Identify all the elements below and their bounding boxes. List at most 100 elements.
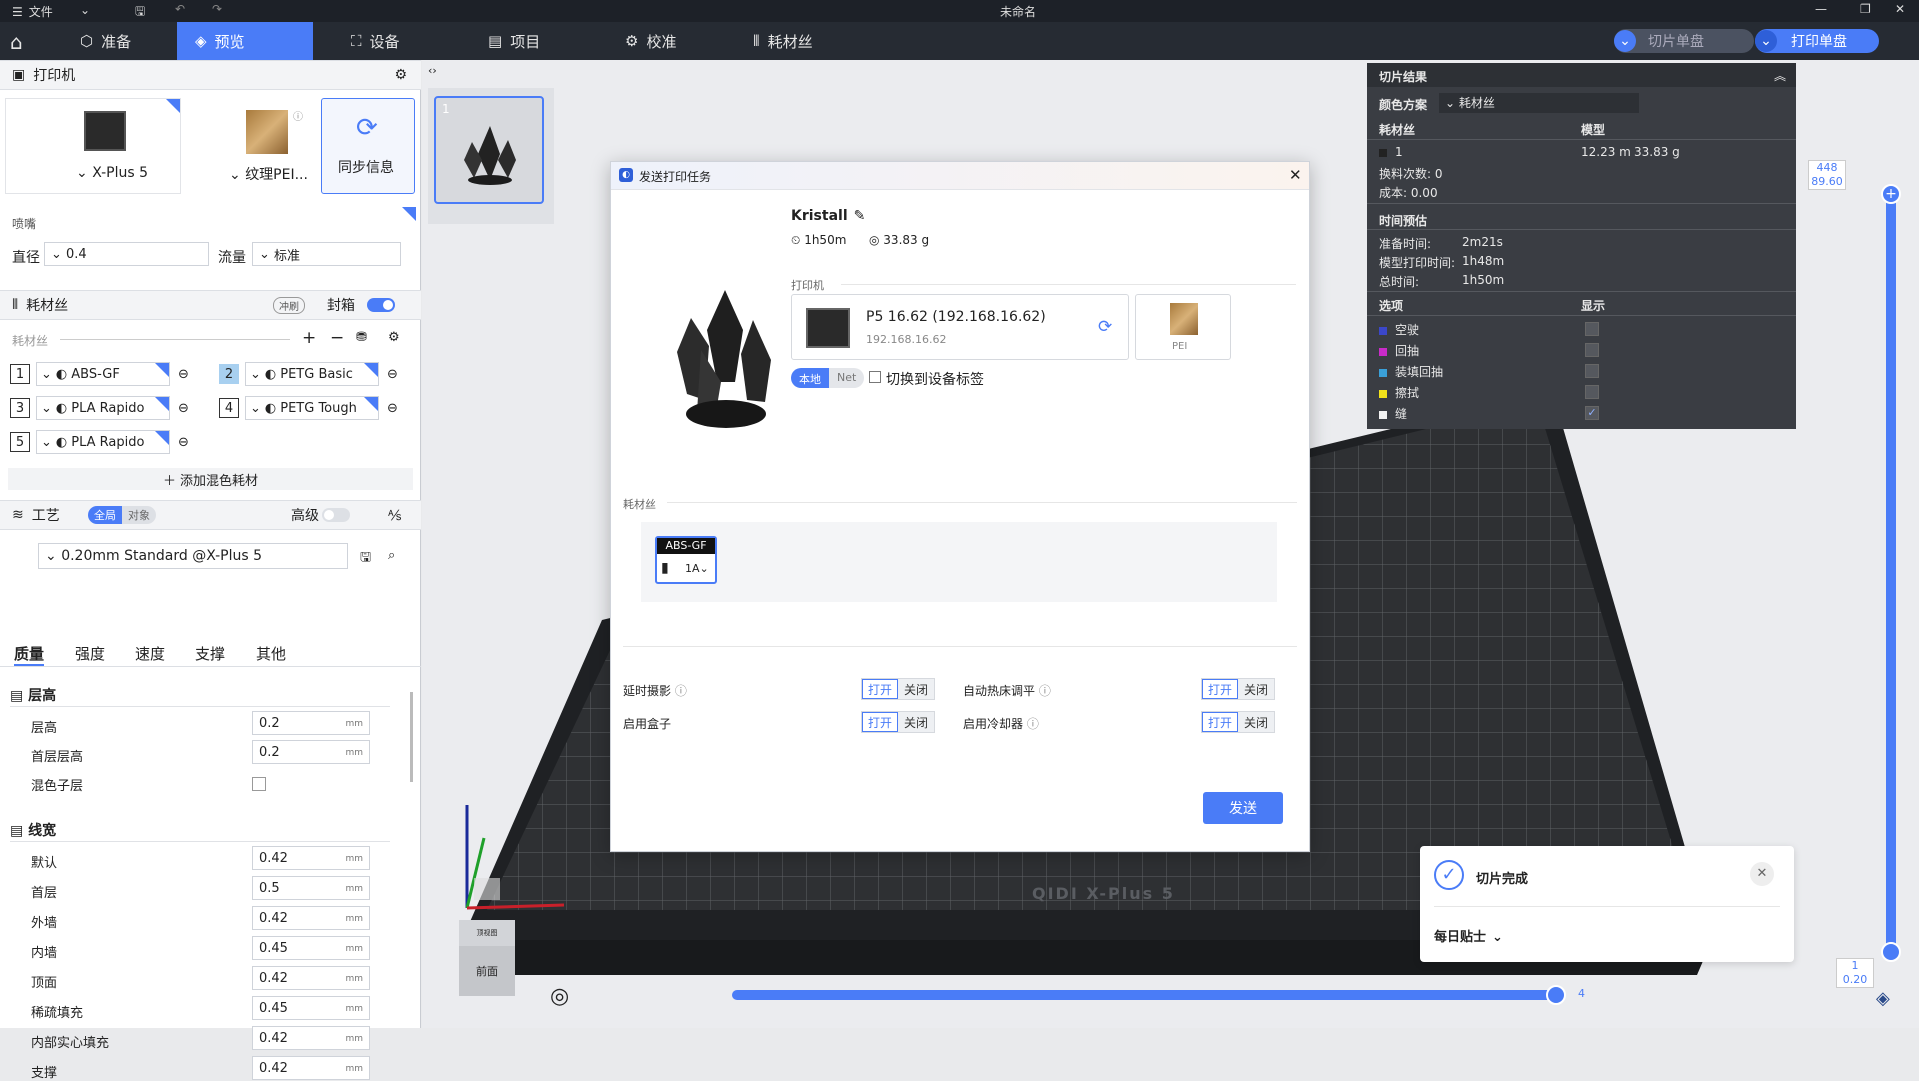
color-scheme-select[interactable]: ⌄ 耗材丝: [1439, 93, 1639, 113]
settings-icon[interactable]: ⚙: [394, 67, 407, 83]
net-option[interactable]: Net: [829, 368, 865, 388]
filament-item-2[interactable]: 2 ⌄ ◐ PETG Basic ⊖: [219, 362, 398, 386]
top-slider-handle[interactable]: +: [1881, 184, 1901, 204]
restore-icon[interactable]: ❐: [1860, 2, 1871, 16]
scrollbar[interactable]: [410, 692, 413, 782]
tab-speed[interactable]: 速度: [135, 643, 165, 664]
tab-project[interactable]: ▤ 项目: [470, 22, 590, 60]
help-icon[interactable]: ⓘ: [1027, 717, 1039, 731]
enable-box-toggle[interactable]: 打开 关闭: [861, 711, 935, 733]
view-cube-top[interactable]: 顶视图: [459, 920, 515, 946]
view-cube-front[interactable]: 前面: [459, 946, 515, 996]
local-option[interactable]: 本地: [791, 368, 829, 388]
redo-icon[interactable]: ↷: [212, 2, 222, 16]
minimize-icon[interactable]: —: [1815, 2, 1827, 16]
tab-prepare[interactable]: ⬡ 准备: [62, 22, 177, 60]
info-icon[interactable]: ⓘ: [293, 108, 303, 123]
settings-icon[interactable]: ⚙: [388, 330, 400, 345]
flow-select[interactable]: ⌄ 标准: [252, 242, 401, 266]
tab-quality[interactable]: 质量: [14, 643, 45, 666]
print-plate-button[interactable]: ⌄ 打印单盘: [1755, 29, 1879, 53]
nozzle-diameter-select[interactable]: ⌄ 0.4: [44, 242, 209, 266]
minus-circle-icon[interactable]: ⊖: [178, 435, 189, 450]
edit-icon[interactable]: ✎: [854, 208, 866, 224]
show-deretract-checkbox[interactable]: [1585, 364, 1599, 378]
timelapse-toggle[interactable]: 打开 关闭: [861, 678, 935, 700]
save-icon[interactable]: 🖫: [135, 2, 145, 23]
layer-move-slider[interactable]: [732, 990, 1555, 1000]
help-icon[interactable]: ⓘ: [1039, 684, 1051, 698]
show-travel-checkbox[interactable]: [1585, 322, 1599, 336]
close-dialog-icon[interactable]: ✕: [1289, 166, 1302, 184]
flush-button[interactable]: 冲刷: [273, 296, 305, 314]
auto-bed-leveling-toggle[interactable]: 打开 关闭: [1201, 678, 1275, 700]
chevron-down-icon[interactable]: ⌄: [1614, 30, 1636, 52]
line-width-sparse-infill-input[interactable]: 0.45 mm: [252, 996, 370, 1020]
close-window-icon[interactable]: ✕: [1895, 2, 1905, 16]
first-layer-height-input[interactable]: 0.2 mm: [252, 740, 370, 764]
seal-toggle[interactable]: [367, 298, 395, 312]
show-wipe-checkbox[interactable]: [1585, 385, 1599, 399]
line-width-support-input[interactable]: 0.42 mm: [252, 1056, 370, 1080]
filament-slot-mapping[interactable]: ABS-GF ▮ 1A⌄: [655, 536, 717, 584]
help-icon[interactable]: ⓘ: [675, 684, 687, 698]
add-icon[interactable]: +: [302, 328, 316, 348]
collapse-icon[interactable]: ︽: [1774, 67, 1786, 84]
search-icon[interactable]: ⌕: [388, 548, 395, 563]
tab-calibration[interactable]: ⚙ 校准: [607, 22, 727, 60]
sync-info-button[interactable]: ⟳ 同步信息: [321, 98, 415, 194]
bottom-slider-handle[interactable]: [1881, 942, 1901, 962]
process-preset-select[interactable]: ⌄ 0.20mm Standard @X-Plus 5: [38, 543, 348, 569]
filament-sync-icon[interactable]: ⛃: [356, 330, 367, 345]
line-width-inner-wall-input[interactable]: 0.45 mm: [252, 936, 370, 960]
line-width-top-surface-input[interactable]: 0.42 mm: [252, 966, 370, 990]
show-seam-checkbox[interactable]: ✓: [1585, 406, 1599, 420]
line-width-default-input[interactable]: 0.42 mm: [252, 846, 370, 870]
tab-preview[interactable]: ◈ 预览: [177, 22, 313, 60]
printer-card[interactable]: ⌄ X-Plus 5: [5, 98, 181, 194]
mix-sublayer-checkbox[interactable]: [252, 777, 266, 791]
line-width-internal-solid-input[interactable]: 0.42 mm: [252, 1026, 370, 1050]
chevron-down-icon[interactable]: ⌄: [80, 3, 90, 17]
tab-strength[interactable]: 强度: [75, 643, 105, 664]
minus-circle-icon[interactable]: ⊖: [387, 401, 398, 416]
printer-select[interactable]: P5 16.62 (192.168.16.62) 192.168.16.62 ⟳: [791, 294, 1129, 360]
line-width-outer-wall-input[interactable]: 0.42 mm: [252, 906, 370, 930]
filament-item-3[interactable]: 3 ⌄ ◐ PLA Rapido ⊖: [10, 396, 189, 420]
minus-circle-icon[interactable]: ⊖: [178, 367, 189, 382]
minus-circle-icon[interactable]: ⊖: [387, 367, 398, 382]
line-width-first-layer-input[interactable]: 0.5 mm: [252, 876, 370, 900]
filament-item-1[interactable]: 1 ⌄ ◐ ABS-GF ⊖: [10, 362, 189, 386]
plate-card[interactable]: ⓘ ⌄ 纹理PEI...: [221, 98, 313, 194]
refresh-icon[interactable]: ⟳: [1098, 317, 1112, 337]
home-icon[interactable]: ⌂: [10, 30, 23, 54]
connection-toggle[interactable]: 本地 Net: [791, 368, 865, 388]
layer-range-slider[interactable]: [1886, 190, 1896, 952]
switch-device-tag-checkbox[interactable]: [869, 371, 881, 383]
slice-plate-button[interactable]: ⌄ 切片单盘: [1614, 29, 1754, 53]
send-button[interactable]: 发送: [1203, 792, 1283, 824]
save-preset-icon[interactable]: 🖫: [360, 548, 371, 570]
tab-support[interactable]: 支撑: [195, 643, 225, 664]
close-toast-icon[interactable]: ✕: [1750, 862, 1774, 886]
remove-icon[interactable]: −: [330, 328, 344, 348]
minus-circle-icon[interactable]: ⊖: [178, 401, 189, 416]
tab-device[interactable]: ⛶ 设备: [333, 22, 453, 60]
filament-item-4[interactable]: 4 ⌄ ◐ PETG Tough ⊖: [219, 396, 398, 420]
view-cube[interactable]: 顶视图 前面: [457, 920, 517, 1015]
undo-icon[interactable]: ↶: [175, 2, 185, 16]
layers-icon[interactable]: ◈: [1876, 988, 1890, 1009]
scope-toggle[interactable]: 全局 对象: [88, 506, 156, 524]
enable-cooler-toggle[interactable]: 打开 关闭: [1201, 711, 1275, 733]
daily-tip-toggle[interactable]: 每日贴士 ⌄: [1434, 926, 1503, 945]
file-menu[interactable]: ☰ 文件: [12, 3, 53, 20]
layer-height-input[interactable]: 0.2 mm: [252, 711, 370, 735]
compare-icon[interactable]: ⅍: [388, 507, 401, 524]
tab-filament[interactable]: ⦀ 耗材丝: [735, 22, 865, 60]
camera-reset-icon[interactable]: ◎: [550, 984, 569, 1009]
advanced-toggle[interactable]: [322, 508, 350, 522]
add-mix-filament-button[interactable]: ＋添加混色耗材: [8, 468, 413, 490]
chevron-down-icon[interactable]: ⌄: [1755, 30, 1777, 52]
horizontal-slider-handle[interactable]: [1546, 985, 1566, 1005]
tab-others[interactable]: 其他: [256, 643, 286, 664]
